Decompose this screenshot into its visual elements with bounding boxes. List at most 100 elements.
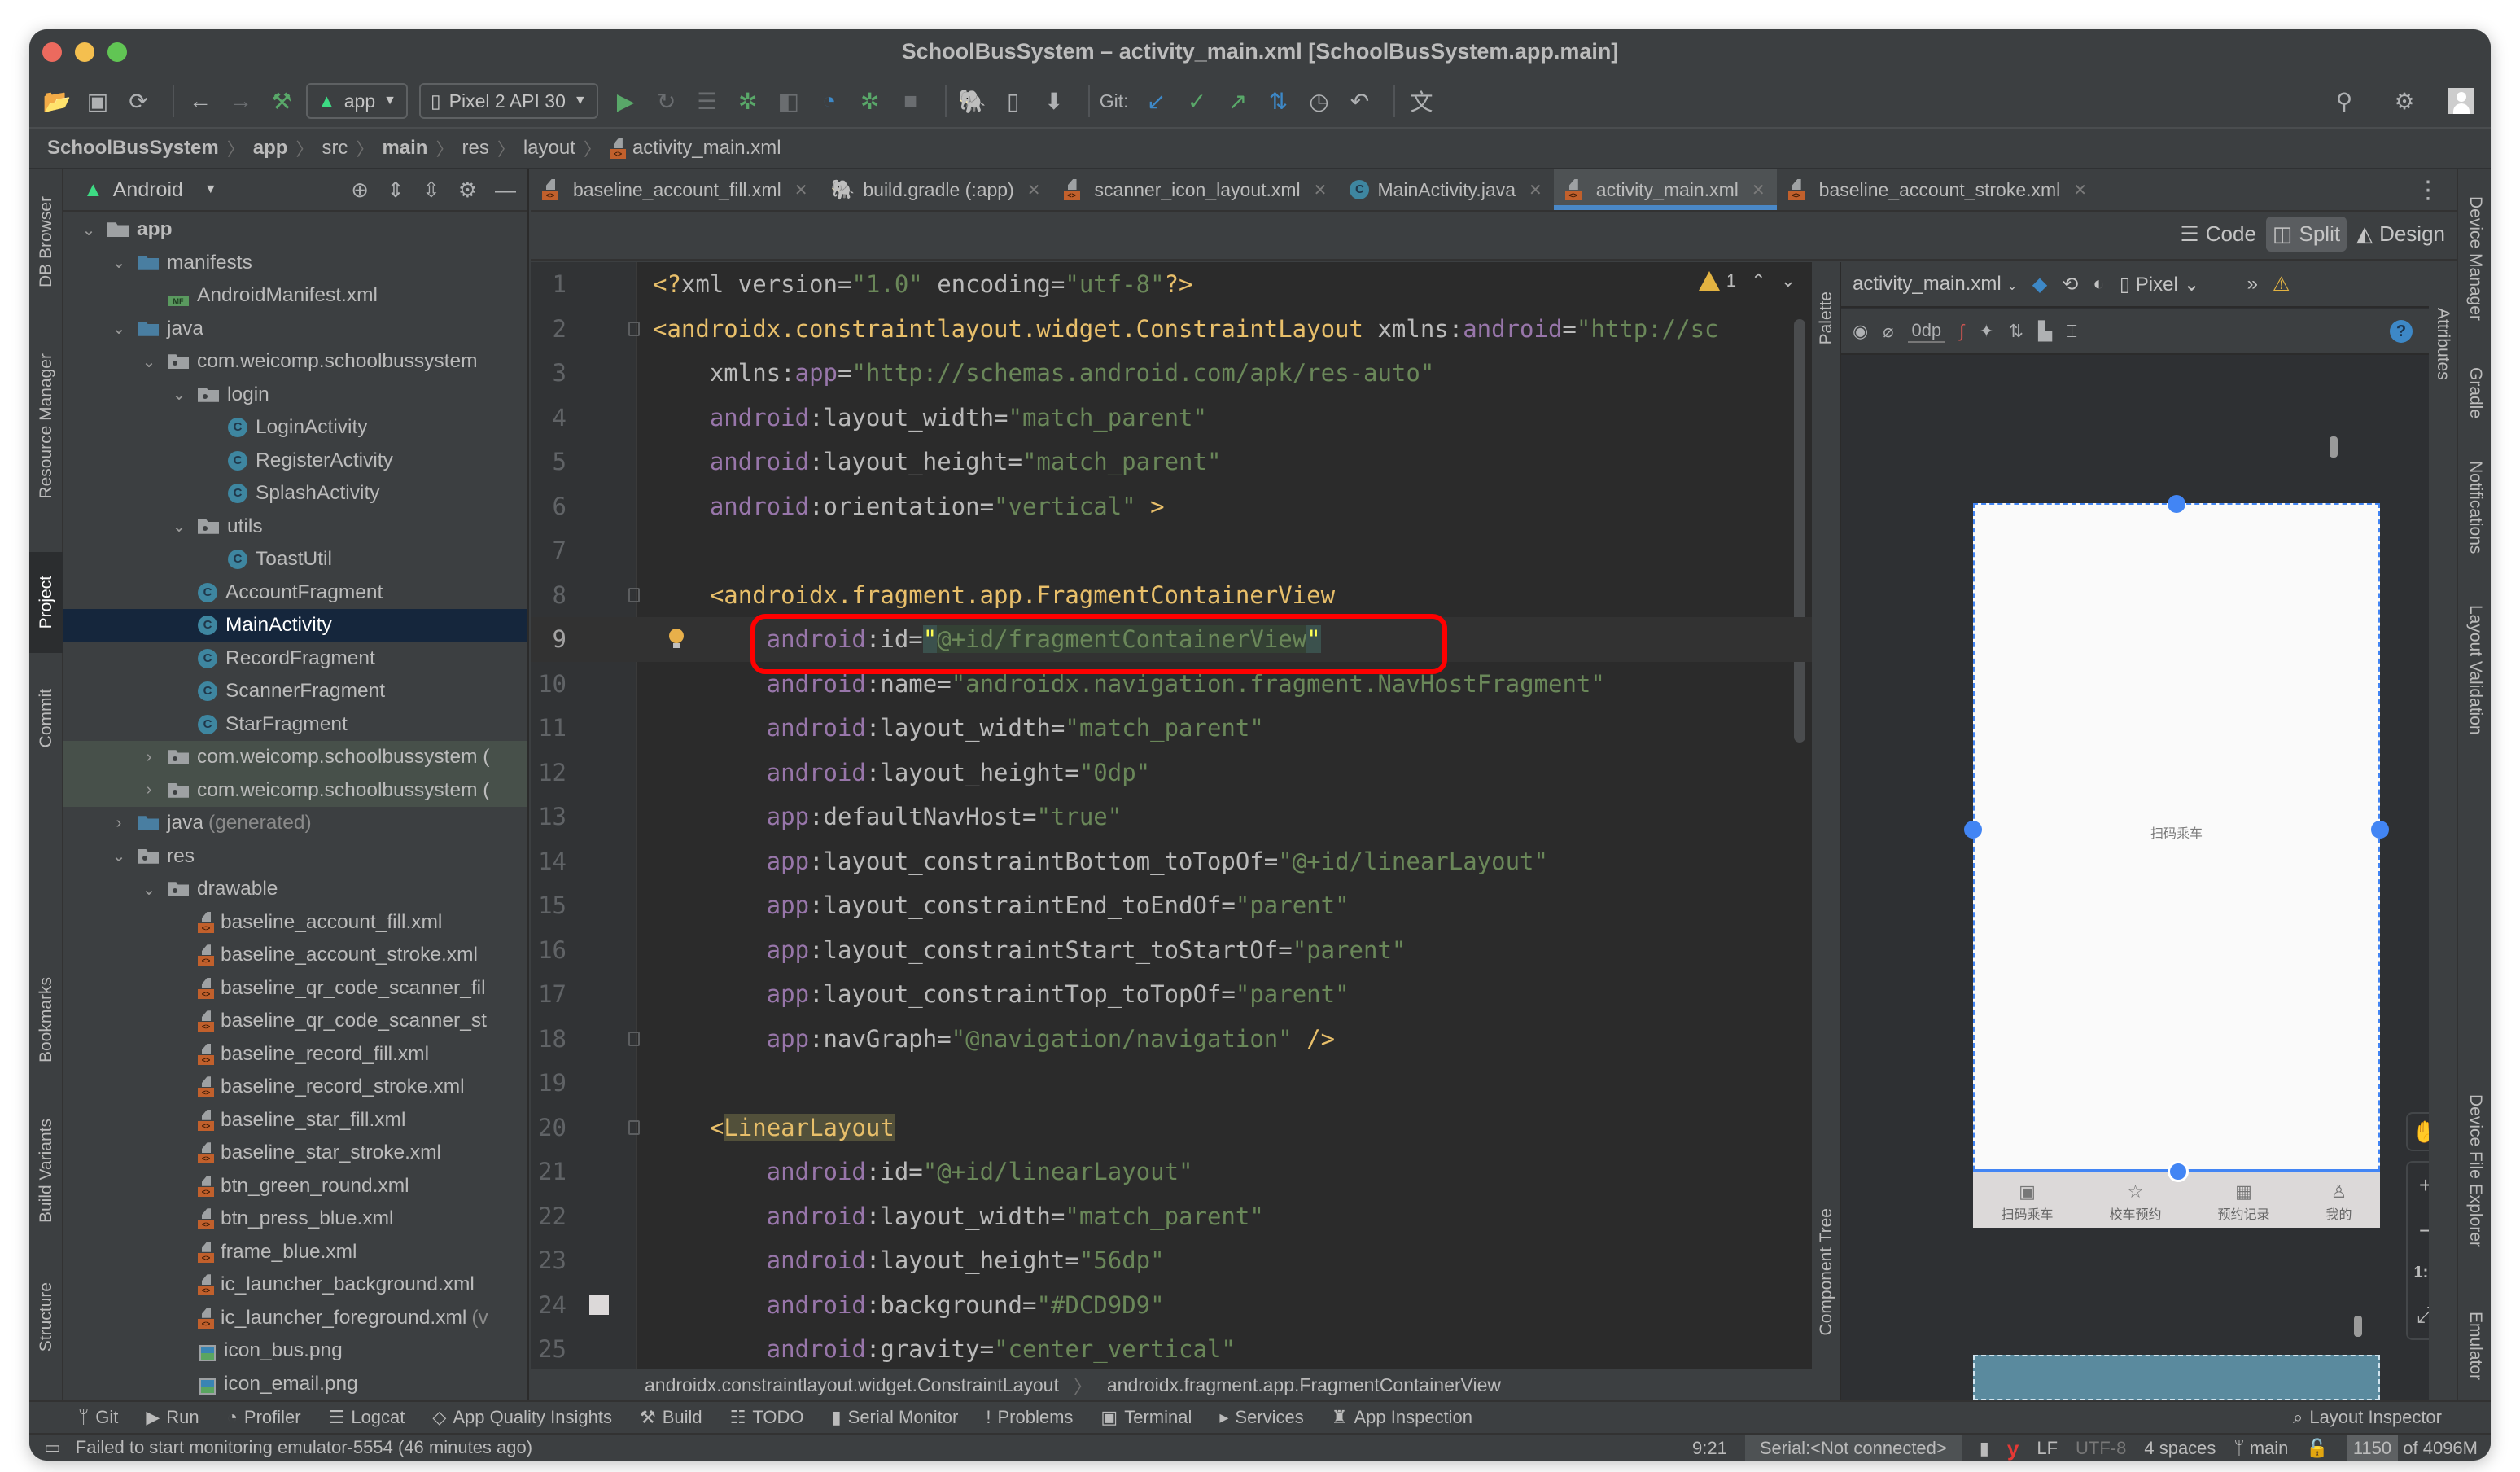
tool-app-quality-insights[interactable]: ◇ App Quality Insights (432, 1407, 612, 1428)
tree-item[interactable]: baseline_star_fill.xml (63, 1104, 527, 1137)
code-line[interactable]: 22 android:layout_width="match_parent" (531, 1194, 1812, 1239)
breadcrumb-item[interactable]: activity_main.xml (632, 137, 781, 160)
line-separator[interactable]: LF (2037, 1438, 2058, 1459)
tool-layout-inspector[interactable]: ⌕ Layout Inspector (2293, 1407, 2442, 1428)
git-commit-icon[interactable]: ✓ (1180, 85, 1213, 117)
tool-tab-bookmarks[interactable]: Bookmarks (29, 951, 63, 1089)
help-icon[interactable]: ? (2390, 320, 2413, 343)
breadcrumb-item[interactable]: app (253, 137, 288, 160)
code-line[interactable]: 7 (531, 528, 1812, 573)
open-folder-icon[interactable]: 📂 (41, 85, 73, 117)
layout-file-selector[interactable]: activity_main.xml ⌄ (1853, 273, 2018, 296)
tree-item[interactable]: baseline_qr_code_scanner_st (63, 1005, 527, 1038)
account-avatar[interactable] (2448, 88, 2474, 114)
breadcrumb-item[interactable]: main (382, 137, 427, 160)
code-line[interactable]: 24 android:background="#DCD9D9" (531, 1283, 1812, 1328)
default-margin-field[interactable]: 0dp (1908, 320, 1945, 343)
event-log-icon[interactable]: ▮ (1980, 1438, 1989, 1459)
chevron-down-icon[interactable]: ⌄ (140, 879, 158, 900)
attach-debugger-icon[interactable]: ◧ (772, 85, 805, 117)
apply-changes-icon[interactable]: ↻ (650, 85, 683, 117)
constraint-handle-left[interactable] (1964, 821, 1982, 839)
tree-item[interactable]: ic_launcher_background.xml (63, 1268, 527, 1302)
hide-panel-icon[interactable]: — (495, 177, 516, 203)
tree-item[interactable]: › com.weicomp.schoolbussystem ( (63, 741, 527, 774)
tool-app-inspection[interactable]: ♜ App Inspection (1332, 1407, 1472, 1428)
close-tab-icon[interactable]: ✕ (1314, 180, 1328, 200)
debug-icon[interactable]: ✲ (732, 85, 764, 117)
tree-item[interactable]: baseline_star_stroke.xml (63, 1137, 527, 1170)
tree-item[interactable]: ⌄ manifests (63, 247, 527, 280)
editor-tab[interactable]: baseline_account_stroke.xml ✕ (1777, 169, 2098, 210)
tree-item[interactable]: C StarFragment (63, 708, 527, 742)
mode-split-button[interactable]: ◫ Split (2265, 217, 2347, 252)
code-line[interactable]: 3 xmlns:app="http://schemas.android.com/… (531, 351, 1812, 396)
device-selector[interactable]: ▯ Pixel 2 API 30 ▼ (418, 83, 598, 119)
tool-terminal[interactable]: ▣ Terminal (1100, 1407, 1192, 1428)
sync-icon[interactable]: ⟳ (122, 85, 155, 117)
tool-tab-project[interactable]: Project (29, 552, 63, 653)
attributes-tab[interactable]: Attributes (2429, 270, 2457, 417)
tree-item[interactable]: baseline_account_stroke.xml (63, 939, 527, 972)
memory-indicator[interactable]: 1150 of 4096M (2346, 1435, 2478, 1461)
tool-build[interactable]: ⚒ Build (640, 1407, 702, 1428)
locate-file-icon[interactable]: ⊕ (351, 177, 369, 203)
code-line[interactable]: 1 <?xml version="1.0" encoding="utf-8"?> (531, 262, 1812, 307)
tree-item[interactable]: btn_green_round.xml (63, 1170, 527, 1203)
chevron-right-icon[interactable]: › (140, 748, 158, 767)
tool-profiler[interactable]: ◔ Profiler (227, 1407, 301, 1428)
code-line[interactable]: 20 <LinearLayout (531, 1106, 1812, 1150)
clear-constraints-icon[interactable]: ∫ (1959, 321, 1964, 342)
tool-serial-monitor[interactable]: ▮ Serial Monitor (832, 1407, 959, 1428)
tool-run[interactable]: ▶ Run (146, 1407, 199, 1428)
tree-item[interactable]: ⌄ drawable (63, 873, 527, 906)
tree-item[interactable]: icon_email.png (63, 1368, 527, 1401)
preview-nav-item[interactable]: ▣ 扫码乘车 (2001, 1182, 2053, 1223)
breadcrumb-item[interactable]: SchoolBusSystem (47, 137, 219, 160)
constraint-handle-top[interactable] (2168, 495, 2185, 513)
tree-item[interactable]: › java (generated) (63, 807, 527, 840)
code-line[interactable]: 18 app:navGraph="@navigation/navigation"… (531, 1017, 1812, 1062)
preview-nav-item[interactable]: ▦ 预约记录 (2217, 1182, 2269, 1223)
orientation-icon[interactable]: ⟲ (2062, 273, 2078, 296)
code-line[interactable]: 13 app:defaultNavHost="true" (531, 795, 1812, 839)
tool-tab-build-variants[interactable]: Build Variants (29, 1097, 63, 1244)
preview-nav-item[interactable]: ☆ 校车预约 (2109, 1182, 2161, 1223)
color-swatch-icon[interactable] (589, 1295, 609, 1315)
editor-tab[interactable]: baseline_account_fill.xml ✕ (531, 169, 819, 210)
attach-debugger-process-icon[interactable]: ✲ (854, 85, 886, 117)
tree-item[interactable]: ic_launcher_foreground.xml(v (63, 1302, 527, 1335)
design-blueprint-icon[interactable]: ◆ (2032, 273, 2047, 296)
status-message[interactable]: Failed to start monitoring emulator-5554… (76, 1437, 532, 1458)
device-manager-icon[interactable]: ▯ (997, 85, 1030, 117)
blueprint-wrench-icon[interactable] (2354, 1316, 2362, 1337)
code-line[interactable]: 12 android:layout_height="0dp" (531, 751, 1812, 795)
chevron-down-icon[interactable]: ⌄ (170, 516, 188, 537)
chevron-down-icon[interactable]: ⌄ (170, 384, 188, 405)
editor-tab[interactable]: scanner_icon_layout.xml ✕ (1052, 169, 1339, 210)
stop-icon[interactable]: ■ (895, 85, 927, 117)
constraint-handle-bottom[interactable] (2168, 1161, 2189, 1182)
fold-marker-icon[interactable] (628, 1119, 640, 1135)
tree-item[interactable]: baseline_qr_code_scanner_fil (63, 972, 527, 1005)
tree-item[interactable]: ⌄ app (63, 213, 527, 247)
tool-logcat[interactable]: ☰ Logcat (329, 1407, 405, 1428)
tree-item[interactable]: ⌄ java (63, 313, 527, 346)
code-line[interactable]: 16 app:layout_constraintStart_toStartOf=… (531, 928, 1812, 973)
tool-tab-structure[interactable]: Structure (29, 1260, 63, 1374)
tree-item[interactable]: frame_blue.xml (63, 1236, 527, 1269)
git-update-icon[interactable]: ↙ (1140, 85, 1172, 117)
indent-setting[interactable]: 4 spaces (2144, 1438, 2216, 1459)
chevron-down-icon[interactable]: ⌄ (110, 846, 128, 866)
git-history-icon[interactable]: ◷ (1302, 85, 1335, 117)
tool-tab-layout-validation[interactable]: Layout Validation (2458, 585, 2491, 756)
git-merge-icon[interactable]: ⇅ (1262, 85, 1294, 117)
chevron-right-icon[interactable]: › (140, 781, 158, 800)
profile-icon[interactable]: ◔ (813, 85, 846, 117)
night-mode-icon[interactable]: ◐ (2093, 273, 2105, 296)
tool-tab-device-manager[interactable]: Device Manager (2458, 181, 2491, 335)
chevron-down-icon[interactable]: ⌄ (80, 220, 98, 240)
preview-nav-item[interactable]: ♙ 我的 (2325, 1182, 2352, 1223)
tool-git[interactable]: ᛘ Git (78, 1407, 118, 1428)
code-line[interactable]: 19 (531, 1061, 1812, 1106)
